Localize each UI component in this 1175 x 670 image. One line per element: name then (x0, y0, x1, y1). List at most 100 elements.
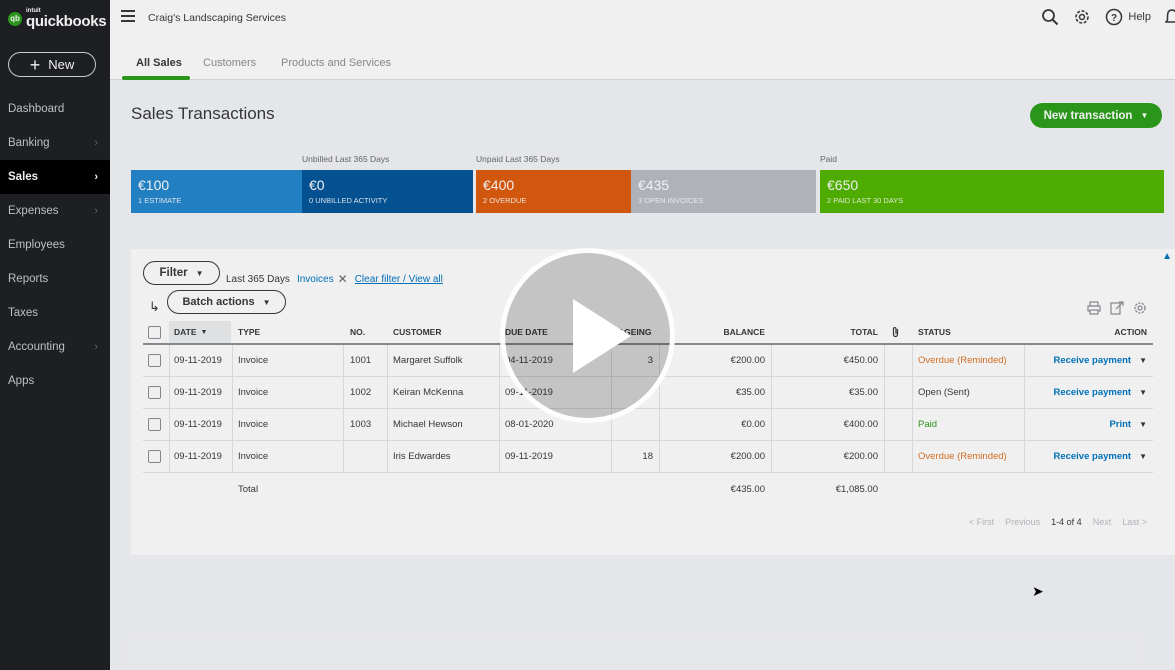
cell-balance: €200.00 (730, 355, 765, 366)
chevron-right-icon: › (94, 137, 98, 149)
caret-down-icon[interactable]: ▼ (1139, 420, 1147, 429)
cell-customer: Iris Edwardes (393, 451, 451, 462)
total-amount: €1,085.00 (835, 483, 878, 495)
filter-button[interactable]: Filter ▼ (143, 261, 220, 285)
sidebar-item-accounting[interactable]: Accounting › (0, 330, 110, 364)
sidebar-item-banking[interactable]: Banking › (0, 126, 110, 160)
caret-down-icon: ▼ (262, 297, 271, 307)
cell-due-date: 09-11-2019 (505, 451, 553, 462)
quickbooks-logo[interactable]: qb intuit quickbooks (8, 8, 107, 29)
money-bar-segment-unbilled-activity[interactable]: €0 0 Unbilled Activity (302, 170, 473, 213)
caret-down-icon[interactable]: ▼ (1139, 356, 1147, 365)
svg-text:?: ? (1111, 13, 1117, 24)
filter-range: Last 365 Days (226, 273, 290, 285)
new-transaction-button[interactable]: New transaction ▼ (1030, 103, 1162, 128)
help-label[interactable]: Help (1128, 11, 1151, 23)
row-checkbox[interactable] (148, 450, 161, 463)
money-bar-segment-paid[interactable]: €650 2 Paid Last 30 Days (820, 170, 1164, 213)
status-badge: Overdue (Reminded) (918, 355, 1007, 366)
filter-tag-label: Invoices (296, 273, 334, 285)
mouse-cursor-icon: ➤ (1032, 583, 1044, 599)
cell-balance: €35.00 (735, 387, 765, 398)
sidebar: qb intuit quickbooks + New Dashboard Bank… (0, 0, 110, 670)
row-checkbox[interactable] (148, 386, 161, 399)
plus-icon: + (29, 54, 41, 75)
chevron-right-icon: › (94, 205, 98, 217)
header-type[interactable]: TYPE (238, 321, 328, 343)
header-balance[interactable]: BALANCE (663, 321, 765, 343)
pagination-first[interactable]: < First (969, 517, 994, 527)
table-row[interactable]: 09-11-2019 Invoice Iris Edwardes 09-11-2019… (143, 441, 1153, 473)
search-icon[interactable] (1041, 8, 1059, 26)
cell-no: 1001 (350, 355, 372, 366)
row-action-button[interactable]: Print (1109, 419, 1131, 430)
sidebar-item-dashboard[interactable]: Dashboard (0, 92, 110, 126)
help-icon[interactable]: ? (1105, 8, 1123, 26)
sidebar-item-apps[interactable]: Apps (0, 364, 110, 398)
segment-subtitle: 3 Open Invoices (638, 196, 704, 205)
collapse-chevron-icon[interactable]: ▲ (1162, 251, 1172, 262)
header-no[interactable]: NO. (350, 321, 385, 343)
header-action: ACTION (1114, 327, 1147, 337)
tab-products-and-services[interactable]: Products and Services (281, 57, 391, 69)
remove-filter-icon[interactable]: ✕ (338, 272, 348, 286)
cell-customer: Michael Hewson (393, 419, 463, 430)
sort-arrow-icon[interactable]: ↳ (149, 299, 160, 315)
money-bar-label-unpaid: Unpaid Last 365 Days (476, 154, 560, 164)
pagination: < First Previous 1-4 of 4 Next Last > (969, 517, 1147, 527)
header-total[interactable]: TOTAL (773, 321, 878, 343)
money-bar-segment-open-invoices[interactable]: €435 3 Open Invoices (631, 170, 816, 213)
tab-customers[interactable]: Customers (203, 57, 256, 69)
print-icon[interactable] (1087, 301, 1101, 315)
row-checkbox[interactable] (148, 354, 161, 367)
sidebar-item-label: Banking (8, 137, 50, 149)
row-action-button[interactable]: Receive payment (1053, 355, 1131, 366)
sort-desc-icon: ▼ (200, 328, 208, 336)
sidebar-item-expenses[interactable]: Expenses › (0, 194, 110, 228)
batch-actions-button[interactable]: Batch actions ▼ (167, 290, 286, 314)
play-button-icon[interactable] (500, 248, 675, 423)
header-status[interactable]: STATUS (918, 321, 1018, 343)
select-all-checkbox[interactable] (148, 325, 161, 339)
pagination-next[interactable]: Next (1093, 517, 1112, 527)
cell-balance: €0.00 (741, 419, 765, 430)
settings-gear-icon[interactable] (1133, 301, 1147, 315)
export-icon[interactable] (1110, 301, 1124, 315)
caret-down-icon[interactable]: ▼ (1139, 388, 1147, 397)
sidebar-item-employees[interactable]: Employees (0, 228, 110, 262)
row-action-button[interactable]: Receive payment (1053, 451, 1131, 462)
total-balance: €435.00 (730, 483, 765, 495)
segment-amount: €100 (138, 177, 170, 193)
cell-total: €35.00 (848, 387, 878, 398)
active-tab-indicator (122, 76, 190, 80)
segment-amount: €650 (827, 177, 859, 193)
pagination-last[interactable]: Last > (1122, 517, 1147, 527)
action-menu: Receive payment ▼ (1033, 377, 1147, 408)
row-action-button[interactable]: Receive payment (1053, 387, 1131, 398)
chevron-right-icon: › (94, 171, 98, 183)
gear-icon[interactable] (1073, 8, 1091, 26)
top-bar: Craig's Landscaping Services ? Help (110, 0, 1175, 36)
sidebar-item-taxes[interactable]: Taxes (0, 296, 110, 330)
caret-down-icon[interactable]: ▼ (1139, 452, 1147, 461)
cell-date: 09-11-2019 (174, 387, 222, 398)
total-label: Total (238, 483, 259, 495)
hamburger-menu-icon[interactable] (121, 10, 135, 22)
sidebar-item-sales[interactable]: Sales › (0, 160, 110, 194)
money-bar-segment-overdue[interactable]: €400 2 Overdue (476, 170, 631, 213)
sidebar-item-reports[interactable]: Reports (0, 262, 110, 296)
new-button[interactable]: + New (8, 52, 96, 77)
money-bar-segment-estimate[interactable]: €100 1 Estimate (131, 170, 302, 213)
new-button-label: New (48, 57, 75, 72)
tab-all-sales[interactable]: All Sales (136, 57, 182, 69)
segment-amount: €435 (638, 177, 670, 193)
row-checkbox[interactable] (148, 418, 161, 431)
clear-filter-link[interactable]: Clear filter / View all (355, 274, 443, 285)
table-row[interactable]: 09-11-2019 Invoice 1003 Michael Hewson 08-01… (143, 409, 1153, 441)
header-customer[interactable]: CUSTOMER (393, 321, 498, 343)
bell-icon[interactable] (1165, 8, 1175, 26)
header-date[interactable]: DATE ▼ (169, 321, 231, 343)
filter-tag-invoices[interactable]: Invoices ✕ (297, 272, 348, 286)
pagination-previous[interactable]: Previous (1005, 517, 1040, 527)
money-bar-label-unbilled: Unbilled Last 365 Days (302, 154, 390, 164)
